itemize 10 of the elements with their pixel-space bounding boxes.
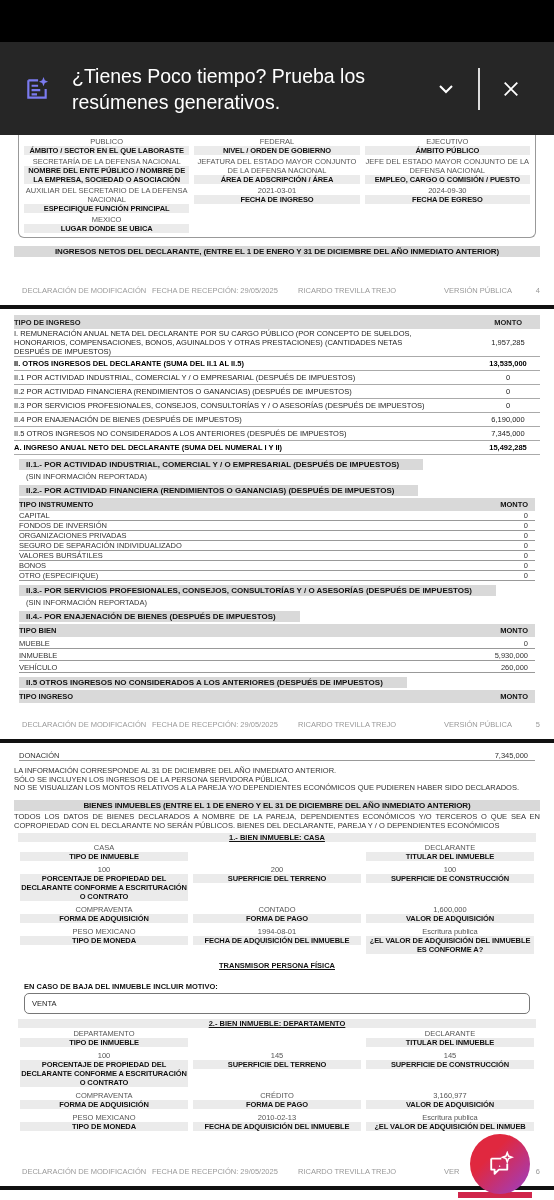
close-icon[interactable] [502, 79, 520, 98]
subsection-heading: II.2.- POR ACTIVIDAD FINANCIERA (RENDIMIENTOS O GANANCIAS) (DESPUÉS DE IMPUESTOS) [19, 485, 419, 496]
ai-summary-icon[interactable] [24, 75, 50, 102]
subsection-heading: II.1.- POR ACTIVIDAD INDUSTRIAL, COMERCIAL Y / O EMPRESARIAL (DESPUÉS DE IMPUESTOS) [19, 459, 424, 470]
subsection-heading: II.4.- POR ENAJENACIÓN DE BIENES (DESPUÉS DE IMPUESTOS) [19, 611, 300, 622]
section-heading: BIENES INMUEBLES (ENTRE EL 1 DE ENERO Y EL 31 DE DICIEMBRE DEL AÑO INMEDIATO ANTERIOR) [14, 799, 540, 811]
subsection-heading: II.3.- POR SERVICIOS PROFESIONALES, CONSEJOS, CONSULTORÍAS Y / O ASESORÍAS (DESPUÉS DE IMPUESTOS) [19, 585, 496, 596]
subsection-heading: II.5 OTROS INGRESOS NO CONSIDERADOS A LOS ANTERIORES (DESPUÉS DE IMPUESTOS) [19, 677, 407, 688]
banner-text: ¿Tienes Poco tiempo? Prueba los resúmenes generativos. [72, 63, 366, 115]
section-heading: INGRESOS NETOS DEL DECLARANTE, (ENTRE EL 1 DE ENERO Y 31 DE DICIEMBRE DEL AÑO INMEDIATO ANTERIOR) [14, 246, 540, 257]
